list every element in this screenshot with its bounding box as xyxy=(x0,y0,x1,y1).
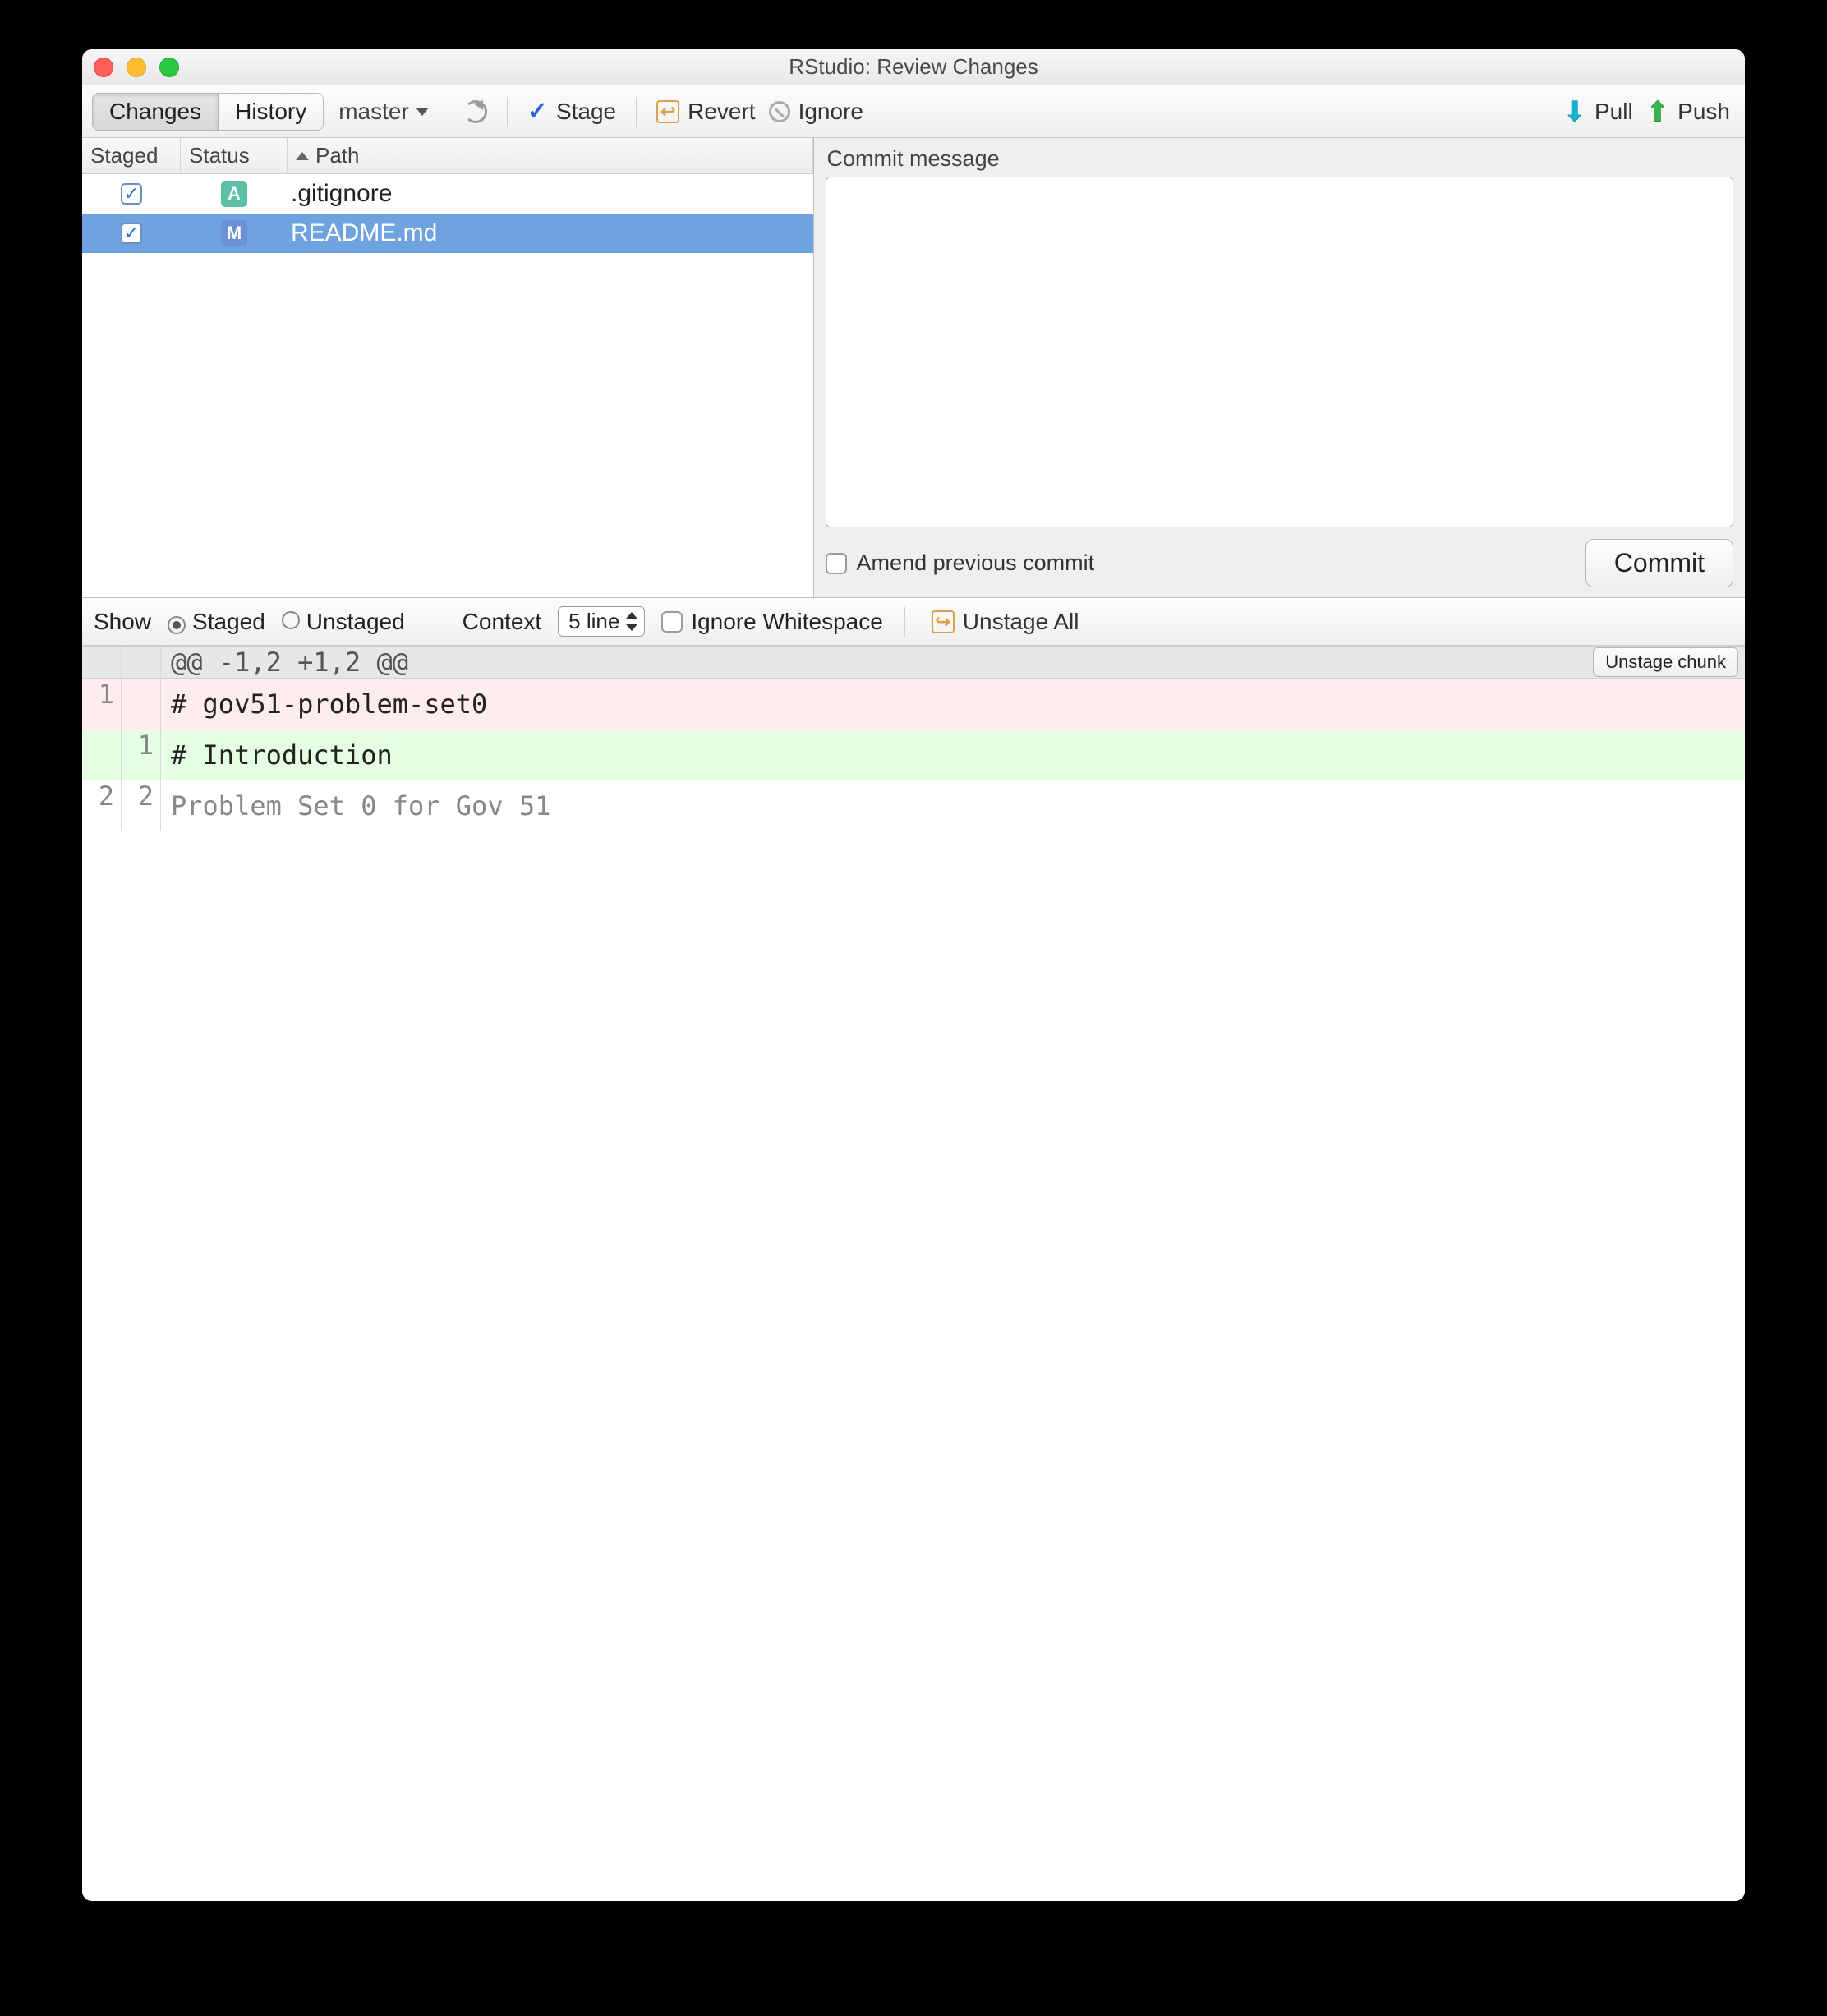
refresh-icon xyxy=(464,100,487,123)
file-list-headers: Staged Status Path xyxy=(82,138,813,174)
stage-button[interactable]: ✓ Stage xyxy=(522,94,621,129)
header-status[interactable]: Status xyxy=(181,138,288,173)
staged-checkbox[interactable]: ✓ xyxy=(121,223,142,244)
pull-button[interactable]: ⬇ Pull xyxy=(1558,92,1637,131)
commit-button[interactable]: Commit xyxy=(1585,539,1733,587)
file-row[interactable]: ✓ M README.md xyxy=(82,214,813,253)
radio-off-icon xyxy=(282,611,300,629)
amend-label: Amend previous commit xyxy=(857,550,1095,576)
diff-line-text: # Introduction xyxy=(161,730,1745,780)
middle-panel: Staged Status Path ✓ A .gitignore ✓ M README.… xyxy=(82,138,1745,598)
branch-selector[interactable]: master xyxy=(338,99,429,125)
hunk-header-row: .. @@ -1,2 +1,2 @@ Unstage chunk xyxy=(82,646,1745,679)
ignore-icon xyxy=(769,101,790,122)
hunk-header-text: @@ -1,2 +1,2 @@ xyxy=(161,647,1593,678)
window-title: RStudio: Review Changes xyxy=(82,54,1745,80)
file-path: README.md xyxy=(288,219,813,247)
file-path: .gitignore xyxy=(288,180,813,208)
file-list-pane: Staged Status Path ✓ A .gitignore ✓ M README.… xyxy=(82,138,814,597)
show-unstaged-radio[interactable]: Unstaged xyxy=(282,609,405,635)
status-badge: A xyxy=(221,181,247,207)
revert-button[interactable]: ↩ Revert xyxy=(651,95,760,128)
diff-view: .. @@ -1,2 +1,2 @@ Unstage chunk 1# gov5… xyxy=(82,646,1745,1901)
arrow-down-icon: ⬇ xyxy=(1562,95,1586,128)
commit-bottom-row: Amend previous commit Commit xyxy=(826,539,1733,587)
revert-icon: ↩ xyxy=(656,100,679,123)
show-staged-radio[interactable]: Staged xyxy=(168,609,265,635)
divider xyxy=(507,97,508,127)
staged-checkbox[interactable]: ✓ xyxy=(121,183,142,205)
divider xyxy=(636,97,637,127)
radio-on-icon xyxy=(168,616,186,634)
diff-line[interactable]: 1# gov51-problem-set0 xyxy=(82,679,1745,730)
commit-pane: Commit message Amend previous commit Com… xyxy=(814,138,1745,597)
amend-checkbox[interactable] xyxy=(826,553,847,574)
ignore-whitespace-checkbox[interactable]: Ignore Whitespace xyxy=(661,609,882,635)
commit-message-input[interactable] xyxy=(826,177,1733,527)
sort-asc-icon xyxy=(296,152,309,160)
header-staged[interactable]: Staged xyxy=(82,138,181,173)
commit-message-label: Commit message xyxy=(827,146,1732,172)
divider xyxy=(904,607,905,637)
header-path[interactable]: Path xyxy=(288,138,813,173)
check-icon: ✓ xyxy=(527,97,548,126)
file-list-rows: ✓ A .gitignore ✓ M README.md xyxy=(82,174,813,253)
arrow-up-icon: ⬆ xyxy=(1646,95,1670,128)
diff-line[interactable]: 1# Introduction xyxy=(82,730,1745,780)
history-tab[interactable]: History xyxy=(218,94,323,130)
changes-tab[interactable]: Changes xyxy=(93,94,218,130)
diff-line-text: # gov51-problem-set0 xyxy=(161,679,1745,730)
push-button[interactable]: ⬆ Push xyxy=(1641,92,1735,131)
diff-line-text: Problem Set 0 for Gov 51 xyxy=(161,780,1745,831)
unstage-icon: ↪ xyxy=(932,610,955,633)
context-label: Context xyxy=(463,609,542,635)
context-select[interactable]: 5 line xyxy=(558,606,645,637)
review-changes-window: RStudio: Review Changes Changes History … xyxy=(82,49,1745,1901)
unstage-chunk-button[interactable]: Unstage chunk xyxy=(1593,647,1738,677)
show-label: Show xyxy=(94,609,151,635)
titlebar: RStudio: Review Changes xyxy=(82,49,1745,85)
view-switcher: Changes History xyxy=(92,93,324,131)
diff-line[interactable]: 22Problem Set 0 for Gov 51 xyxy=(82,780,1745,831)
chevron-down-icon xyxy=(416,108,429,116)
ignore-button[interactable]: Ignore xyxy=(764,95,868,128)
checkbox-icon xyxy=(661,611,683,633)
status-badge: M xyxy=(221,220,247,246)
unstage-all-button[interactable]: ↪ Unstage All xyxy=(927,605,1084,638)
file-row[interactable]: ✓ A .gitignore xyxy=(82,174,813,214)
refresh-button[interactable] xyxy=(459,97,492,127)
toolbar: Changes History master ✓ Stage ↩ Revert … xyxy=(82,85,1745,138)
diff-control-bar: Show Staged Unstaged Context 5 line Igno… xyxy=(82,598,1745,646)
branch-name: master xyxy=(338,99,409,125)
